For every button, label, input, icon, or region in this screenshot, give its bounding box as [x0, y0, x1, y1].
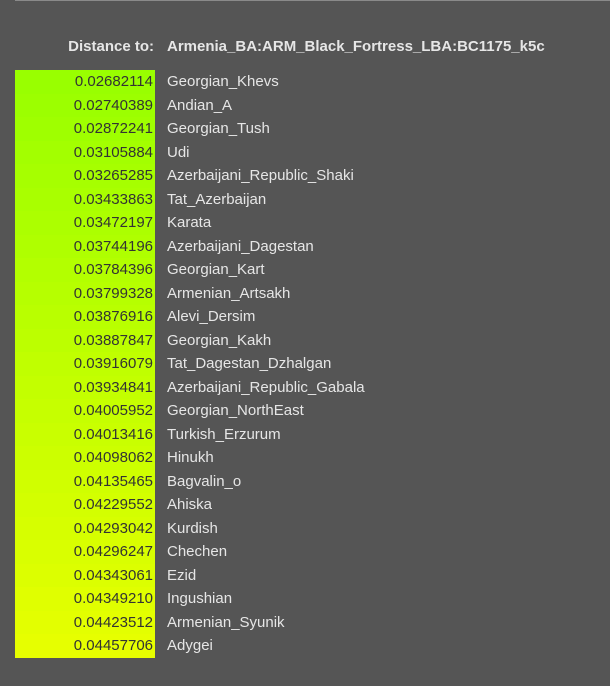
population-name: Chechen — [167, 543, 228, 561]
results-table: 0.02682114 Georgian_Khevs 0.02740389 Andian… — [15, 70, 605, 658]
population-name: Azerbaijani_Republic_Gabala — [167, 378, 365, 396]
distance-value: 0.04293042 — [15, 516, 155, 540]
population-name: Adygei — [167, 637, 213, 655]
population-name: Georgian_NorthEast — [167, 402, 304, 420]
result-row: 0.03744196 Azerbaijani_Dagestan — [15, 234, 605, 258]
distance-value: 0.02682114 — [15, 70, 155, 94]
result-row: 0.04343061 Ezid — [15, 563, 605, 587]
population-name: Georgian_Kart — [167, 261, 265, 279]
distance-value: 0.04005952 — [15, 399, 155, 423]
distance-value: 0.02872241 — [15, 117, 155, 141]
distance-value: 0.02740389 — [15, 93, 155, 117]
result-row: 0.04098062 Hinukh — [15, 446, 605, 470]
result-row: 0.04229552 Ahiska — [15, 493, 605, 517]
distance-value: 0.04135465 — [15, 469, 155, 493]
result-row: 0.03916079 Tat_Dagestan_Dzhalgan — [15, 352, 605, 376]
result-row: 0.03887847 Georgian_Kakh — [15, 328, 605, 352]
result-row: 0.04013416 Turkish_Erzurum — [15, 422, 605, 446]
result-row: 0.03934841 Azerbaijani_Republic_Gabala — [15, 375, 605, 399]
distance-value: 0.03472197 — [15, 211, 155, 235]
population-name: Armenian_Syunik — [167, 613, 285, 631]
population-name: Andian_A — [167, 96, 233, 114]
population-name: Armenian_Artsakh — [167, 284, 291, 302]
population-name: Turkish_Erzurum — [167, 425, 281, 443]
population-name: Ahiska — [167, 496, 213, 514]
population-name: Georgian_Tush — [167, 120, 270, 138]
result-row: 0.04135465 Bagvalin_o — [15, 469, 605, 493]
population-name: Georgian_Khevs — [167, 73, 279, 91]
results-header: Distance to: Armenia_BA:ARM_Black_Fortre… — [0, 38, 610, 56]
result-row: 0.03105884 Udi — [15, 140, 605, 164]
distance-value: 0.04457706 — [15, 634, 155, 658]
top-divider — [15, 0, 610, 1]
population-name: Azerbaijani_Republic_Shaki — [167, 167, 354, 185]
result-row: 0.04423512 Armenian_Syunik — [15, 610, 605, 634]
result-row: 0.03472197 Karata — [15, 211, 605, 235]
target-sample-name: Armenia_BA:ARM_Black_Fortress_LBA:BC1175… — [167, 38, 545, 55]
population-name: Azerbaijani_Dagestan — [167, 237, 314, 255]
result-row: 0.04296247 Chechen — [15, 540, 605, 564]
population-name: Bagvalin_o — [167, 472, 242, 490]
distance-to-label: Distance to: — [68, 38, 154, 55]
population-name: Ezid — [167, 566, 197, 584]
distance-value: 0.04229552 — [15, 493, 155, 517]
distance-value: 0.04423512 — [15, 610, 155, 634]
population-name: Tat_Azerbaijan — [167, 190, 267, 208]
distance-value: 0.03887847 — [15, 328, 155, 352]
result-row: 0.03265285 Azerbaijani_Republic_Shaki — [15, 164, 605, 188]
result-row: 0.03433863 Tat_Azerbaijan — [15, 187, 605, 211]
distance-value: 0.03934841 — [15, 375, 155, 399]
distance-value: 0.04343061 — [15, 563, 155, 587]
result-row: 0.03784396 Georgian_Kart — [15, 258, 605, 282]
distance-value: 0.03916079 — [15, 352, 155, 376]
population-name: Kurdish — [167, 519, 218, 537]
population-name: Ingushian — [167, 590, 233, 608]
result-row: 0.03799328 Armenian_Artsakh — [15, 281, 605, 305]
population-name: Karata — [167, 214, 212, 232]
distance-value: 0.04098062 — [15, 446, 155, 470]
distance-value: 0.03799328 — [15, 281, 155, 305]
population-name: Alevi_Dersim — [167, 308, 256, 326]
distance-value: 0.03105884 — [15, 140, 155, 164]
result-row: 0.04349210 Ingushian — [15, 587, 605, 611]
distance-value: 0.04349210 — [15, 587, 155, 611]
population-name: Udi — [167, 143, 190, 161]
distance-value: 0.03784396 — [15, 258, 155, 282]
distance-value: 0.04296247 — [15, 540, 155, 564]
result-row: 0.04457706 Adygei — [15, 634, 605, 658]
distance-results-page: Distance to: Armenia_BA:ARM_Black_Fortre… — [0, 0, 610, 686]
result-row: 0.02872241 Georgian_Tush — [15, 117, 605, 141]
distance-value: 0.04013416 — [15, 422, 155, 446]
result-row: 0.02740389 Andian_A — [15, 93, 605, 117]
distance-value: 0.03744196 — [15, 234, 155, 258]
result-row: 0.02682114 Georgian_Khevs — [15, 70, 605, 94]
distance-value: 0.03876916 — [15, 305, 155, 329]
result-row: 0.04293042 Kurdish — [15, 516, 605, 540]
population-name: Hinukh — [167, 449, 214, 467]
population-name: Tat_Dagestan_Dzhalgan — [167, 355, 332, 373]
result-row: 0.04005952 Georgian_NorthEast — [15, 399, 605, 423]
distance-value: 0.03433863 — [15, 187, 155, 211]
distance-value: 0.03265285 — [15, 164, 155, 188]
result-row: 0.03876916 Alevi_Dersim — [15, 305, 605, 329]
population-name: Georgian_Kakh — [167, 331, 272, 349]
